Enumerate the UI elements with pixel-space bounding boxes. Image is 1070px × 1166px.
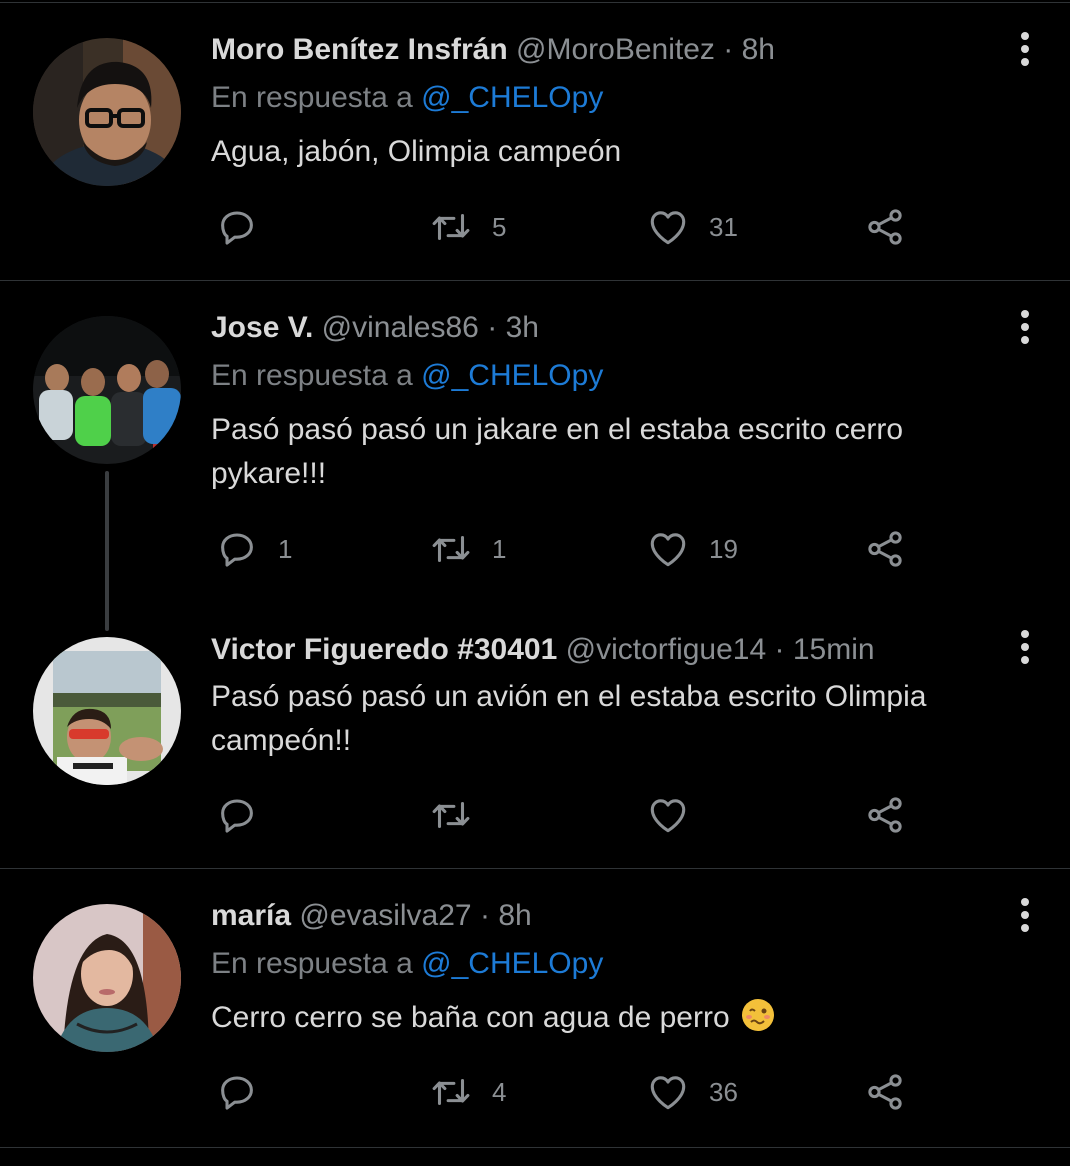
tweet-text-content: Cerro cerro se baña con agua de perro — [211, 1001, 730, 1034]
timestamp[interactable]: 15min — [793, 633, 875, 666]
tweet[interactable]: Victor Figueredo #30401 @victorfigue14 ·… — [0, 600, 1070, 868]
reply-prefix: En respuesta a — [211, 359, 413, 392]
tweet[interactable]: Jose V. @vinales86 · 3h En respuesta a @… — [0, 281, 1070, 631]
timestamp[interactable]: 8h — [742, 33, 775, 66]
retweet-count: 1 — [492, 533, 507, 564]
mention-link[interactable]: @_CHELOpy — [421, 81, 603, 114]
avatar[interactable] — [33, 316, 181, 464]
more-vertical-icon[interactable] — [1016, 32, 1034, 72]
reply-context: En respuesta a @_CHELOpy — [211, 358, 603, 394]
reply-context: En respuesta a @_CHELOpy — [211, 80, 603, 116]
like-button[interactable]: 19 — [645, 524, 738, 574]
divider — [0, 1147, 1070, 1148]
like-count: 36 — [709, 1076, 738, 1107]
reply-icon — [214, 204, 260, 250]
avatar[interactable] — [33, 38, 181, 186]
retweet-icon — [428, 204, 474, 250]
retweet-icon — [428, 1069, 474, 1115]
tweet-text: Pasó pasó pasó un jakare en el estaba es… — [211, 413, 904, 490]
reply-prefix: En respuesta a — [211, 81, 413, 114]
heart-icon — [645, 792, 691, 838]
action-bar — [0, 790, 1070, 840]
more-vertical-icon[interactable] — [1016, 310, 1034, 350]
share-button[interactable] — [862, 1067, 908, 1117]
share-icon — [862, 526, 908, 572]
share-icon — [862, 792, 908, 838]
heart-icon — [645, 204, 691, 250]
display-name[interactable]: maría — [211, 899, 291, 932]
retweet-icon — [428, 526, 474, 572]
user-handle[interactable]: @MoroBenitez — [516, 33, 715, 66]
retweet-button[interactable]: 5 — [428, 202, 506, 252]
reply-button[interactable]: 1 — [214, 524, 292, 574]
share-button[interactable] — [862, 790, 908, 840]
user-handle[interactable]: @evasilva27 — [299, 899, 471, 932]
retweet-button[interactable]: 1 — [428, 524, 506, 574]
avatar[interactable] — [33, 904, 181, 1052]
reply-button[interactable] — [214, 202, 278, 252]
retweet-button[interactable]: 4 — [428, 1067, 506, 1117]
tweet[interactable]: maría @evasilva27 · 8h En respuesta a @_… — [0, 869, 1070, 1147]
separator-dot: · — [479, 899, 490, 932]
tweet-text: Cerro cerro se baña con agua de perro — [211, 996, 1011, 1040]
display-name[interactable]: Moro Benítez Insfrán — [211, 33, 508, 66]
tweet-text: Agua, jabón, Olimpia campeón — [211, 135, 622, 168]
display-name[interactable]: Victor Figueredo #30401 — [211, 633, 557, 666]
heart-icon — [645, 1069, 691, 1115]
separator-dot: · — [487, 311, 498, 344]
avatar[interactable] — [33, 637, 181, 785]
reply-button[interactable] — [214, 1067, 278, 1117]
user-handle[interactable]: @vinales86 — [322, 311, 479, 344]
like-button[interactable]: 31 — [645, 202, 738, 252]
tweet-header: Victor Figueredo #30401 @victorfigue14 ·… — [211, 632, 875, 668]
reply-count: 1 — [278, 533, 293, 564]
tweet[interactable]: Moro Benítez Insfrán @MoroBenitez · 8h E… — [0, 0, 1070, 280]
reply-button[interactable] — [214, 790, 278, 840]
more-vertical-icon[interactable] — [1016, 898, 1034, 938]
reply-icon — [214, 526, 260, 572]
reply-icon — [214, 1069, 260, 1115]
share-icon — [862, 1069, 908, 1115]
woozy-face-emoji — [741, 999, 774, 1031]
action-bar: 1 1 19 — [0, 524, 1070, 574]
retweet-count: 5 — [492, 211, 507, 242]
like-button[interactable]: 36 — [645, 1067, 738, 1117]
retweet-icon — [428, 792, 474, 838]
tweet-header: Jose V. @vinales86 · 3h — [211, 310, 539, 346]
retweet-count: 4 — [492, 1076, 507, 1107]
timestamp[interactable]: 8h — [498, 899, 531, 932]
display-name[interactable]: Jose V. — [211, 311, 313, 344]
mention-link[interactable]: @_CHELOpy — [421, 359, 603, 392]
tweet-header: Moro Benítez Insfrán @MoroBenitez · 8h — [211, 32, 775, 68]
like-count: 31 — [709, 211, 738, 242]
mention-link[interactable]: @_CHELOpy — [421, 947, 603, 980]
like-count: 19 — [709, 533, 738, 564]
share-icon — [862, 204, 908, 250]
heart-icon — [645, 526, 691, 572]
like-button[interactable] — [645, 790, 709, 840]
timestamp[interactable]: 3h — [506, 311, 539, 344]
retweet-button[interactable] — [428, 790, 492, 840]
reply-context: En respuesta a @_CHELOpy — [211, 946, 603, 982]
tweet-text: Pasó pasó pasó un avión en el estaba esc… — [211, 680, 927, 757]
action-bar: 5 31 — [0, 202, 1070, 252]
separator-dot: · — [723, 33, 734, 66]
share-button[interactable] — [862, 202, 908, 252]
action-bar: 4 36 — [0, 1067, 1070, 1117]
tweet-header: maría @evasilva27 · 8h — [211, 898, 532, 934]
reply-prefix: En respuesta a — [211, 947, 413, 980]
separator-dot: · — [774, 633, 785, 666]
user-handle[interactable]: @victorfigue14 — [566, 633, 767, 666]
share-button[interactable] — [862, 524, 908, 574]
reply-icon — [214, 792, 260, 838]
more-vertical-icon[interactable] — [1016, 630, 1034, 670]
